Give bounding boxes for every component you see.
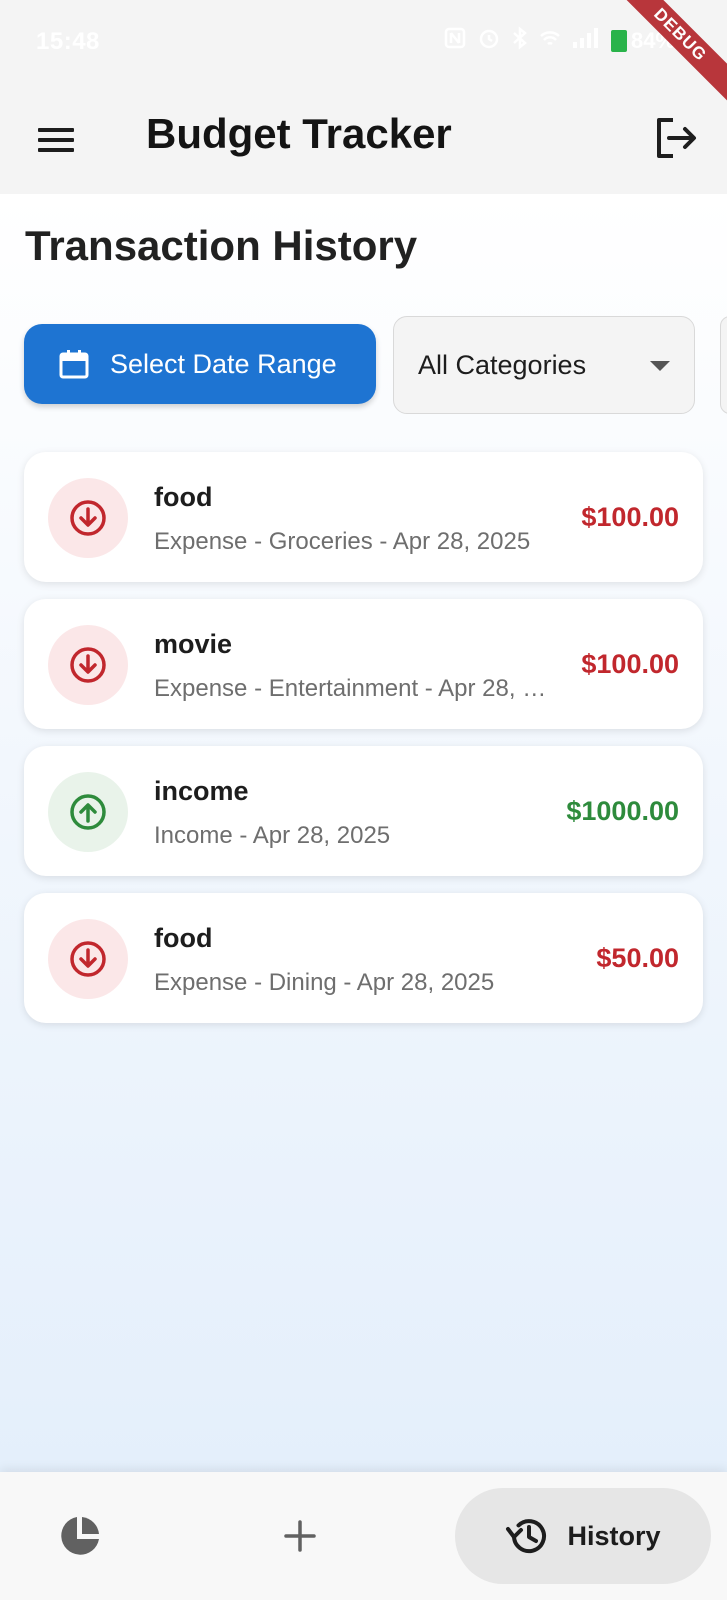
page-title: Transaction History bbox=[25, 222, 418, 269]
transaction-amount: $100.00 bbox=[581, 502, 679, 532]
app-title: Budget Tracker bbox=[146, 110, 452, 157]
menu-button[interactable] bbox=[30, 116, 78, 164]
menu-icon bbox=[38, 128, 74, 132]
transaction-amount: $100.00 bbox=[581, 649, 679, 679]
category-dropdown-value: All Categories bbox=[418, 349, 587, 380]
transaction-details: Income - Apr 28, 2025 bbox=[154, 822, 391, 849]
alarm-icon bbox=[477, 26, 501, 56]
status-time: 15:48 bbox=[36, 28, 100, 55]
battery-icon bbox=[610, 30, 627, 52]
logout-button[interactable] bbox=[649, 112, 701, 164]
expense-icon-badge bbox=[48, 625, 128, 705]
nav-dashboard[interactable] bbox=[52, 1508, 108, 1564]
signal-icon bbox=[571, 26, 601, 56]
menu-icon-bar bbox=[38, 138, 74, 142]
category-dropdown[interactable]: All Categories bbox=[393, 316, 695, 414]
bluetooth-icon bbox=[511, 26, 529, 56]
additional-filter-edge[interactable] bbox=[720, 316, 727, 414]
history-icon bbox=[506, 1519, 547, 1554]
nav-history[interactable]: History bbox=[455, 1488, 711, 1584]
transaction-amount: $50.00 bbox=[596, 943, 679, 973]
main-content: Transaction History Select Date Range Al… bbox=[0, 194, 727, 1472]
select-date-range-label: Select Date Range bbox=[110, 348, 337, 379]
transaction-item[interactable]: income Income - Apr 28, 2025 $1000.00 bbox=[24, 746, 703, 876]
transaction-name: food bbox=[154, 923, 213, 953]
transaction-name: movie bbox=[154, 629, 233, 659]
add-icon bbox=[284, 1520, 316, 1552]
transaction-details: Expense - Groceries - Apr 28, 2025 bbox=[154, 528, 531, 555]
expense-icon-badge bbox=[48, 919, 128, 999]
transaction-item[interactable]: food Expense - Dining - Apr 28, 2025 $50… bbox=[24, 893, 703, 1023]
transaction-item[interactable]: movie Expense - Entertainment - Apr 28, … bbox=[24, 599, 703, 729]
dropdown-arrow-icon bbox=[650, 361, 670, 371]
arrow-down-circle-icon bbox=[70, 647, 106, 683]
status-bar: 15:48 84% bbox=[0, 0, 727, 86]
nfc-icon bbox=[443, 26, 467, 56]
nav-history-label: History bbox=[567, 1520, 661, 1551]
arrow-down-circle-icon bbox=[70, 500, 106, 536]
filter-bar: Select Date Range All Categories bbox=[0, 316, 727, 422]
transaction-details: Expense - Dining - Apr 28, 2025 bbox=[154, 969, 495, 996]
pie-chart-icon bbox=[61, 1517, 99, 1555]
transaction-item[interactable]: food Expense - Groceries - Apr 28, 2025 … bbox=[24, 452, 703, 582]
transaction-name: income bbox=[154, 776, 249, 806]
expense-icon-badge bbox=[48, 478, 128, 558]
bottom-navigation: History bbox=[0, 1472, 727, 1600]
calendar-icon bbox=[59, 350, 89, 379]
nav-add-transaction[interactable] bbox=[272, 1508, 328, 1564]
transaction-amount: $1000.00 bbox=[566, 796, 679, 826]
transaction-list: food Expense - Groceries - Apr 28, 2025 … bbox=[24, 452, 703, 1040]
income-icon-badge bbox=[48, 772, 128, 852]
arrow-up-circle-icon bbox=[70, 794, 106, 830]
status-icons: 84% bbox=[443, 26, 675, 56]
wifi-icon bbox=[539, 26, 561, 56]
transaction-details: Expense - Entertainment - Apr 28, 2025 bbox=[154, 675, 549, 702]
app-bar: Budget Tracker bbox=[0, 86, 727, 194]
arrow-down-circle-icon bbox=[70, 941, 106, 977]
menu-icon-bar bbox=[38, 148, 74, 152]
transaction-name: food bbox=[154, 482, 213, 512]
select-date-range-button[interactable]: Select Date Range bbox=[24, 324, 376, 404]
logout-icon bbox=[657, 118, 696, 158]
